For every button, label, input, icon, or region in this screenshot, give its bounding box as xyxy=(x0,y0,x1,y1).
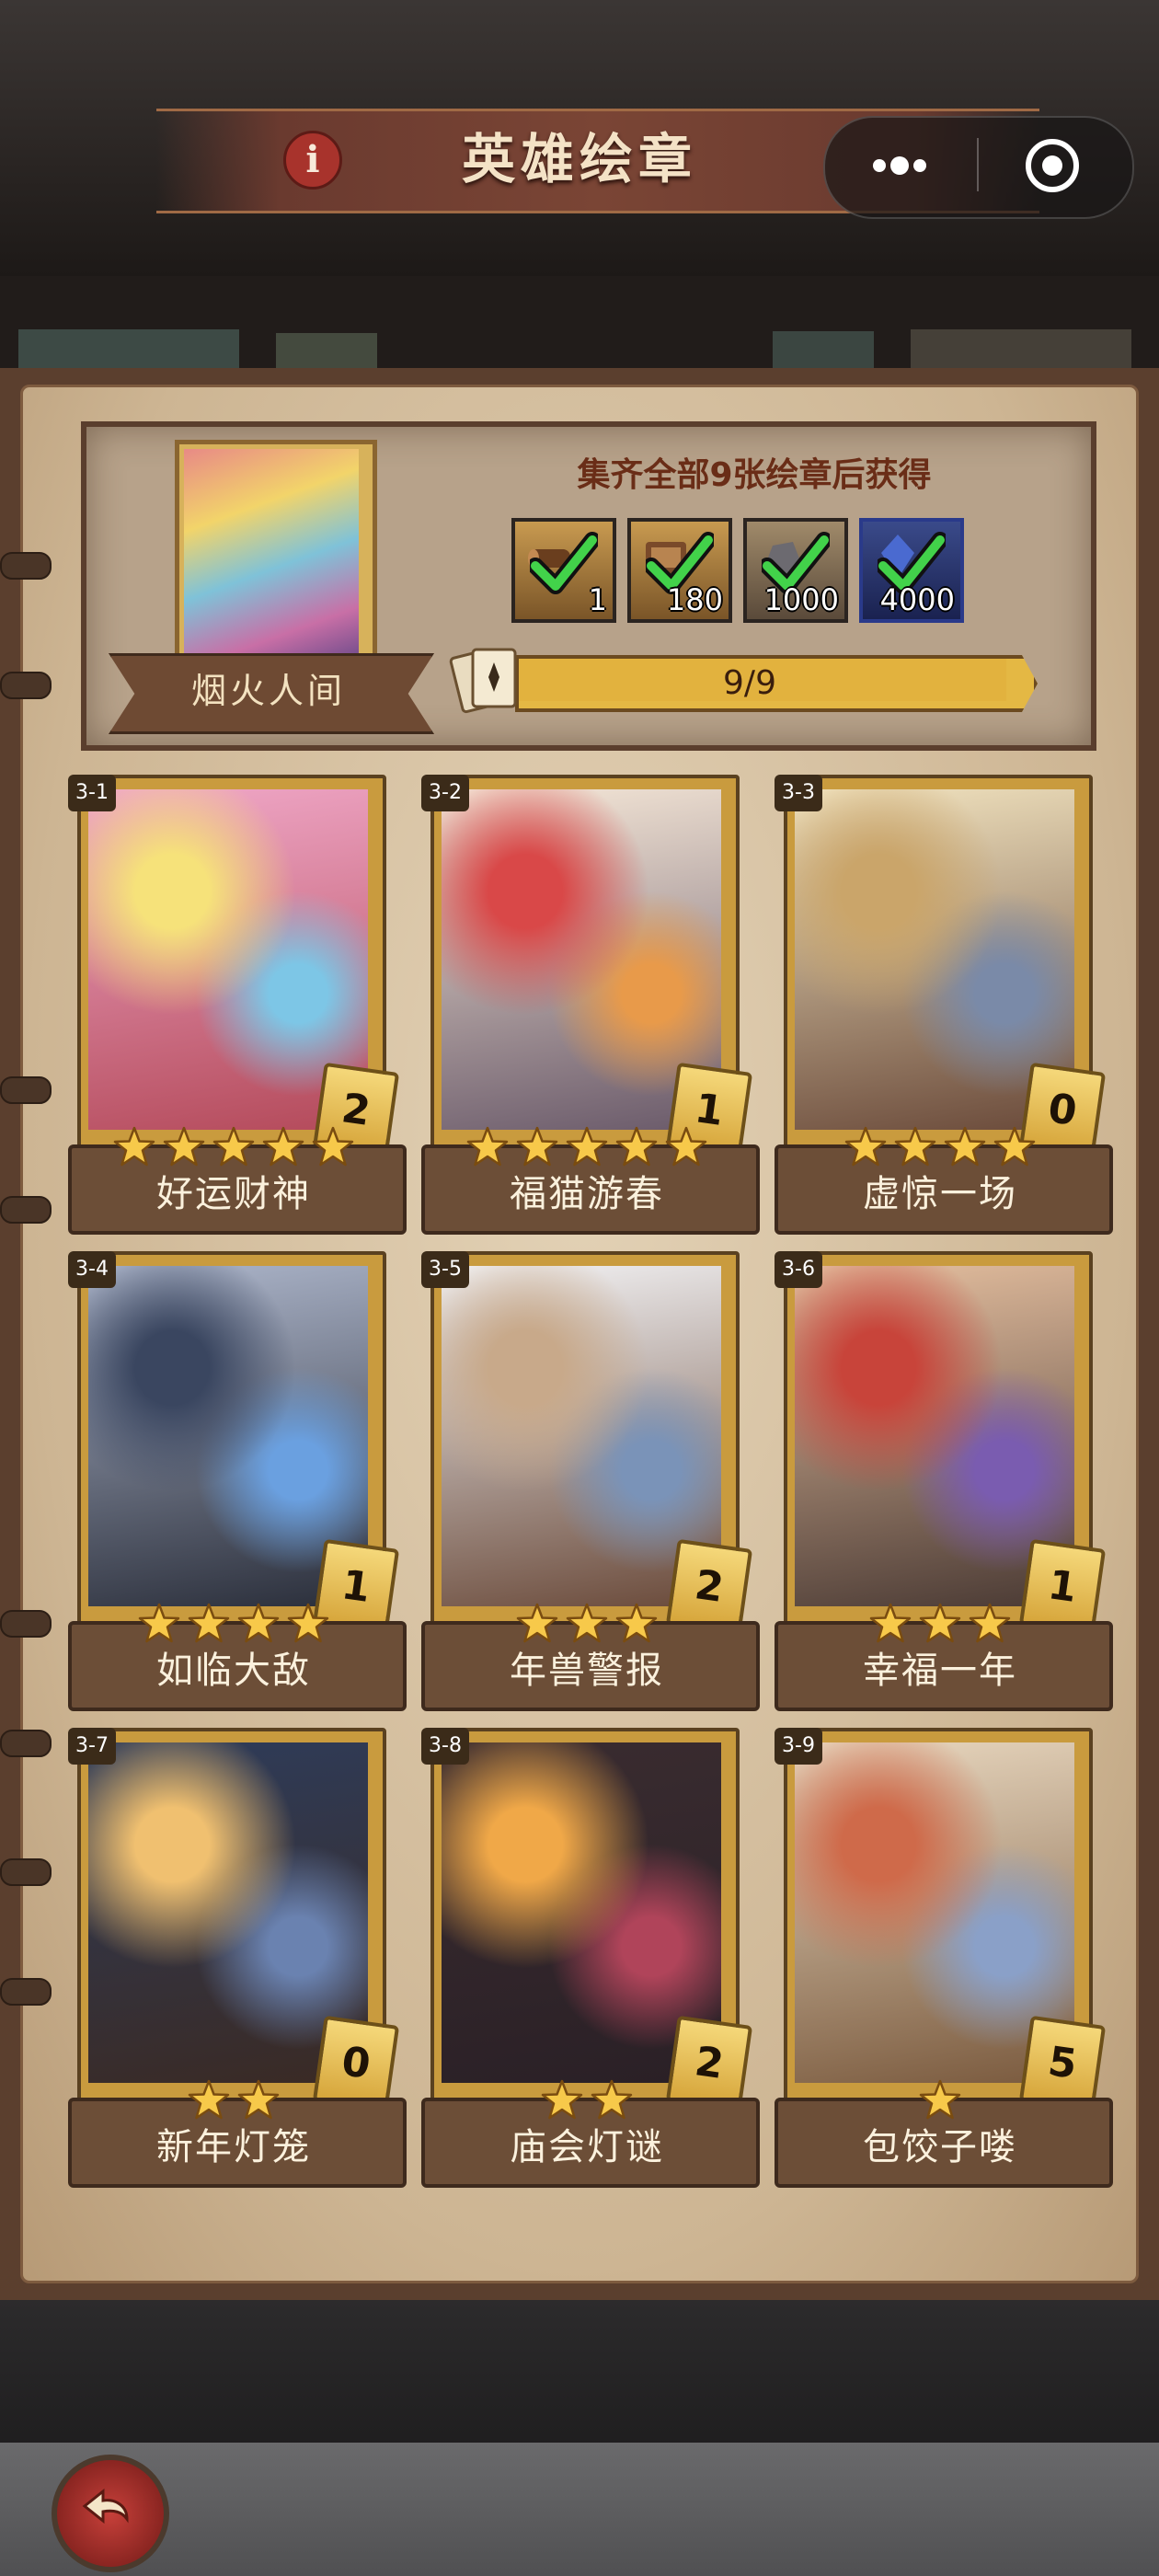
card-name: 如临大敌 xyxy=(156,1650,311,1692)
capsule-divider xyxy=(977,138,979,191)
card-number: 3-1 xyxy=(68,775,116,811)
reward-slot[interactable]: 1 xyxy=(511,518,616,623)
card-name: 年兽警报 xyxy=(510,1650,664,1692)
star-icon xyxy=(615,1126,658,1167)
star-icon xyxy=(969,1603,1011,1643)
star-icon xyxy=(516,1603,558,1643)
target-close-icon[interactable] xyxy=(1023,136,1082,195)
card-name: 庙会灯谜 xyxy=(510,2126,664,2168)
reward-caption: 集齐全部9张绘章后获得 xyxy=(577,456,932,494)
star-icon xyxy=(591,2079,633,2120)
collection-card-art xyxy=(184,449,359,662)
card-stars xyxy=(421,1603,752,1643)
card-3-2[interactable]: 3-2 1 福猫游春 xyxy=(421,775,775,1235)
star-icon xyxy=(944,1126,986,1167)
star-icon xyxy=(163,1126,205,1167)
star-icon xyxy=(188,2079,230,2120)
star-icon xyxy=(566,1603,608,1643)
star-icon xyxy=(138,1603,180,1643)
back-arrow-icon xyxy=(82,2488,129,2524)
page-title: 英雄绘章 xyxy=(461,128,697,190)
card-3-3[interactable]: 3-3 0 虚惊一场 xyxy=(775,775,1128,1235)
card-name: 福猫游春 xyxy=(510,1173,664,1215)
star-icon xyxy=(919,1603,961,1643)
card-number: 3-9 xyxy=(775,1728,822,1765)
card-number: 3-3 xyxy=(775,775,822,811)
reward-qty: 4000 xyxy=(879,582,955,617)
star-icon xyxy=(312,1126,354,1167)
card-number: 3-4 xyxy=(68,1251,116,1288)
card-stars xyxy=(775,1603,1106,1643)
card-stars xyxy=(68,1603,399,1643)
binder-ring xyxy=(0,1076,52,1104)
card-name: 幸福一年 xyxy=(863,1650,1017,1692)
card-number: 3-6 xyxy=(775,1251,822,1288)
star-icon xyxy=(869,1603,912,1643)
star-icon xyxy=(237,1603,280,1643)
card-number: 3-5 xyxy=(421,1251,469,1288)
binder-ring xyxy=(0,672,52,699)
star-icon xyxy=(262,1126,304,1167)
star-icon xyxy=(541,2079,583,2120)
star-icon xyxy=(516,1126,558,1167)
reward-slot[interactable]: 1000 xyxy=(743,518,848,623)
collection-title: 烟火人间 xyxy=(190,671,346,711)
reward-qty: 1000 xyxy=(763,582,839,617)
bottom-bar xyxy=(0,2300,1159,2447)
reward-qty: 1 xyxy=(588,582,607,617)
reward-slot[interactable]: 4000 xyxy=(859,518,964,623)
card-number: 3-7 xyxy=(68,1728,116,1765)
card-3-4[interactable]: 3-4 1 如临大敌 xyxy=(68,1251,421,1711)
binder-ring xyxy=(0,1978,52,2006)
card-3-6[interactable]: 3-6 1 幸福一年 xyxy=(775,1251,1128,1711)
star-icon xyxy=(287,1603,329,1643)
binder-ring xyxy=(0,552,52,580)
star-icon xyxy=(844,1126,887,1167)
card-3-8[interactable]: 3-8 2 庙会灯谜 xyxy=(421,1728,775,2188)
card-stars xyxy=(68,1126,399,1167)
card-name: 好运财神 xyxy=(156,1173,311,1215)
star-icon xyxy=(919,2079,961,2120)
more-dots-icon[interactable] xyxy=(844,138,955,193)
star-icon xyxy=(466,1126,509,1167)
star-icon xyxy=(188,1603,230,1643)
bottom-strip xyxy=(0,2443,1159,2576)
reward-qty: 180 xyxy=(666,582,723,617)
binder-ring xyxy=(0,1858,52,1886)
card-stars xyxy=(775,2079,1106,2120)
card-3-7[interactable]: 3-7 0 新年灯笼 xyxy=(68,1728,421,2188)
card-name: 包饺子喽 xyxy=(863,2126,1017,2168)
binder-ring xyxy=(0,1196,52,1224)
star-icon xyxy=(665,1126,707,1167)
card-number: 3-8 xyxy=(421,1728,469,1765)
card-stars xyxy=(775,1126,1106,1167)
binder-ring xyxy=(0,1730,52,1757)
binder-ring xyxy=(0,1610,52,1638)
back-button[interactable] xyxy=(52,2455,169,2572)
card-number: 3-2 xyxy=(421,775,469,811)
progress-text: 9/9 xyxy=(723,664,776,702)
star-icon xyxy=(566,1126,608,1167)
card-3-9[interactable]: 3-9 5 包饺子喽 xyxy=(775,1728,1128,2188)
card-name: 新年灯笼 xyxy=(156,2126,311,2168)
reward-slot[interactable]: 180 xyxy=(627,518,732,623)
star-icon xyxy=(237,2079,280,2120)
star-icon xyxy=(615,1603,658,1643)
card-3-5[interactable]: 3-5 2 年兽警报 xyxy=(421,1251,775,1711)
star-icon xyxy=(993,1126,1036,1167)
card-stars xyxy=(68,2079,399,2120)
card-3-1[interactable]: 3-1 2 好运财神 xyxy=(68,775,421,1235)
card-stack-icon xyxy=(449,648,517,714)
star-icon xyxy=(113,1126,155,1167)
card-stars xyxy=(421,2079,752,2120)
star-icon xyxy=(894,1126,936,1167)
star-icon xyxy=(212,1126,255,1167)
card-name: 虚惊一场 xyxy=(863,1173,1017,1215)
card-stars xyxy=(421,1126,752,1167)
